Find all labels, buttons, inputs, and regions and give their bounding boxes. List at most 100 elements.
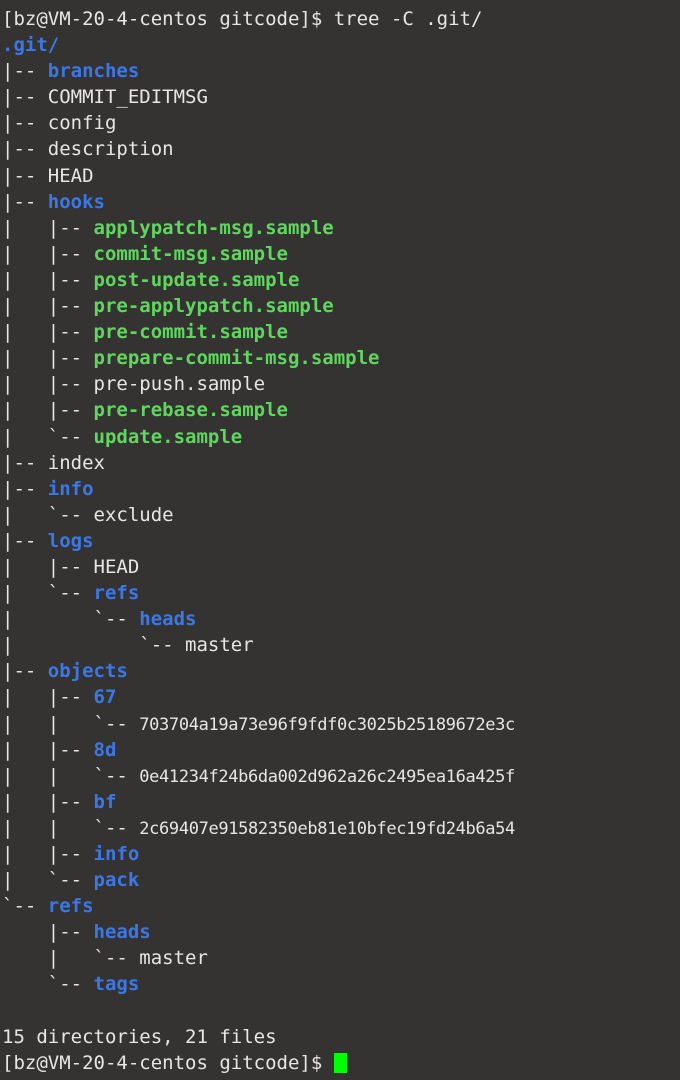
tree-directory-name: bf [93, 790, 117, 813]
tree-branch-glyph: | | `-- [2, 816, 140, 839]
tree-branch-glyph: |-- [2, 112, 48, 135]
tree-line: |-- objects [2, 658, 680, 684]
prompt-text: [bz@VM-20-4-centos gitcode]$ [2, 1051, 334, 1074]
tree-branch-glyph: | |-- [2, 373, 94, 396]
tree-directory-name: refs [47, 895, 94, 918]
prompt-line[interactable]: [bz@VM-20-4-centos gitcode]$ [2, 1050, 680, 1076]
tree-directory-name: 8d [93, 738, 117, 761]
tree-directory-name: .git/ [2, 34, 60, 57]
tree-line: | `-- update.sample [2, 424, 680, 450]
cursor-block [333, 1052, 347, 1073]
summary-text: 15 directories, 21 files [2, 1025, 277, 1048]
tree-branch-glyph: `-- [2, 895, 48, 918]
tree-branch-glyph: | |-- [2, 216, 94, 239]
tree-branch-glyph: | `-- [2, 869, 94, 892]
tree-line: | |-- pre-commit.sample [2, 319, 680, 345]
tree-directory-name: info [93, 843, 140, 865]
tree-object-hash: 2c69407e91582350eb81e10bfec19fd24b6a54 [139, 818, 515, 839]
tree-branch-glyph: | |-- [2, 268, 94, 291]
tree-file-name: pre-rebase.sample [93, 399, 288, 422]
tree-line: |-- info [2, 476, 680, 502]
tree-branch-glyph: |-- [2, 138, 48, 161]
tree-branch-glyph: |-- [2, 451, 48, 474]
tree-branch-glyph: |-- [2, 60, 48, 83]
tree-branch-glyph: |-- [2, 86, 48, 109]
tree-file-name: prepare-commit-msg.sample [93, 347, 380, 370]
tree-branch-glyph: | |-- [2, 790, 94, 813]
tree-line: | |-- pre-applypatch.sample [2, 293, 680, 319]
tree-line: | `-- master [2, 945, 680, 971]
tree-directory-name: 67 [93, 686, 117, 709]
tree-branch-glyph: | `-- [2, 503, 94, 526]
tree-directory-name: heads [139, 608, 197, 631]
tree-line: |-- logs [2, 528, 680, 554]
tree-branch-glyph: | | `-- [2, 712, 140, 735]
tree-branch-glyph: | `-- [2, 608, 140, 631]
tree-directory-name: hooks [47, 190, 105, 213]
tree-line: | |-- pre-rebase.sample [2, 397, 680, 423]
tree-file-name: HEAD [47, 164, 94, 187]
tree-line: | |-- commit-msg.sample [2, 241, 680, 267]
tree-branch-glyph: | |-- [2, 295, 94, 318]
tree-file-name: config [47, 112, 117, 135]
tree-branch-glyph: | `-- [2, 582, 94, 605]
tree-line: | |-- 67 [2, 684, 680, 710]
tree-file-name: master [185, 634, 254, 657]
terminal-window[interactable]: [bz@VM-20-4-centos gitcode]$ tree -C .gi… [0, 0, 680, 1080]
tree-line: | |-- info [2, 841, 680, 867]
tree-branch-glyph: | | `-- [2, 764, 140, 787]
tree-file-name: post-update.sample [93, 268, 300, 291]
tree-directory-name: info [47, 477, 94, 500]
tree-branch-glyph: `-- [2, 973, 94, 996]
tree-line: |-- heads [2, 919, 680, 945]
tree-branch-glyph: | |-- [2, 843, 94, 865]
tree-line: | `-- heads [2, 606, 680, 632]
tree-file-name: description [47, 138, 174, 161]
tree-line: `-- tags [2, 971, 680, 997]
command-line-text: [bz@VM-20-4-centos gitcode]$ tree -C .gi… [2, 8, 483, 30]
tree-directory-name: tags [93, 973, 140, 996]
tree-file-name: index [47, 451, 105, 474]
tree-directory-name: logs [47, 529, 94, 552]
tree-file-name: COMMIT_EDITMSG [47, 86, 208, 109]
tree-file-name: master [139, 947, 208, 970]
tree-object-hash: 0e41234f24b6da002d962a26c2495ea16a425f [139, 766, 515, 787]
tree-object-hash: 703704a19a73e96f9fdf0c3025b25189672e3c [139, 714, 515, 735]
tree-line: |-- index [2, 450, 680, 476]
tree-line: | | `-- 703704a19a73e96f9fdf0c3025b25189… [2, 711, 680, 737]
tree-directory-name: heads [93, 921, 151, 944]
tree-file-name: applypatch-msg.sample [93, 216, 334, 239]
tree-line: | |-- pre-push.sample [2, 371, 680, 397]
tree-file-name: HEAD [93, 555, 140, 578]
tree-branch-glyph: |-- [2, 529, 48, 552]
tree-line: | `-- refs [2, 580, 680, 606]
tree-file-name: update.sample [93, 425, 243, 448]
tree-line: | |-- applypatch-msg.sample [2, 215, 680, 241]
command-line: [bz@VM-20-4-centos gitcode]$ tree -C .gi… [2, 6, 680, 32]
summary-line: 15 directories, 21 files [2, 1024, 680, 1050]
tree-branch-glyph: | `-- [2, 947, 140, 970]
tree-file-name: pre-applypatch.sample [93, 295, 334, 318]
tree-line: |-- branches [2, 58, 680, 84]
tree-branch-glyph: | |-- [2, 347, 94, 370]
tree-branch-glyph: |-- [2, 190, 48, 213]
tree-line: | | `-- 2c69407e91582350eb81e10bfec19fd2… [2, 815, 680, 841]
tree-branch-glyph: |-- [2, 660, 48, 683]
tree-directory-name: refs [93, 582, 140, 605]
tree-branch-glyph: |-- [2, 164, 48, 187]
tree-line: | |-- bf [2, 789, 680, 815]
tree-line: |-- description [2, 136, 680, 162]
tree-line: | |-- HEAD [2, 554, 680, 580]
tree-branch-glyph: | |-- [2, 738, 94, 761]
tree-line: .git/ [2, 32, 680, 58]
tree-branch-glyph: | |-- [2, 321, 94, 344]
tree-branch-glyph: | `-- [2, 425, 94, 448]
tree-line: `-- refs [2, 893, 680, 919]
tree-directory-name: branches [47, 60, 140, 83]
tree-line: | |-- prepare-commit-msg.sample [2, 345, 680, 371]
tree-branch-glyph: | |-- [2, 686, 94, 709]
tree-branch-glyph: | |-- [2, 399, 94, 422]
tree-file-name: exclude [93, 503, 174, 526]
tree-line: | |-- post-update.sample [2, 267, 680, 293]
tree-branch-glyph: | |-- [2, 555, 94, 578]
